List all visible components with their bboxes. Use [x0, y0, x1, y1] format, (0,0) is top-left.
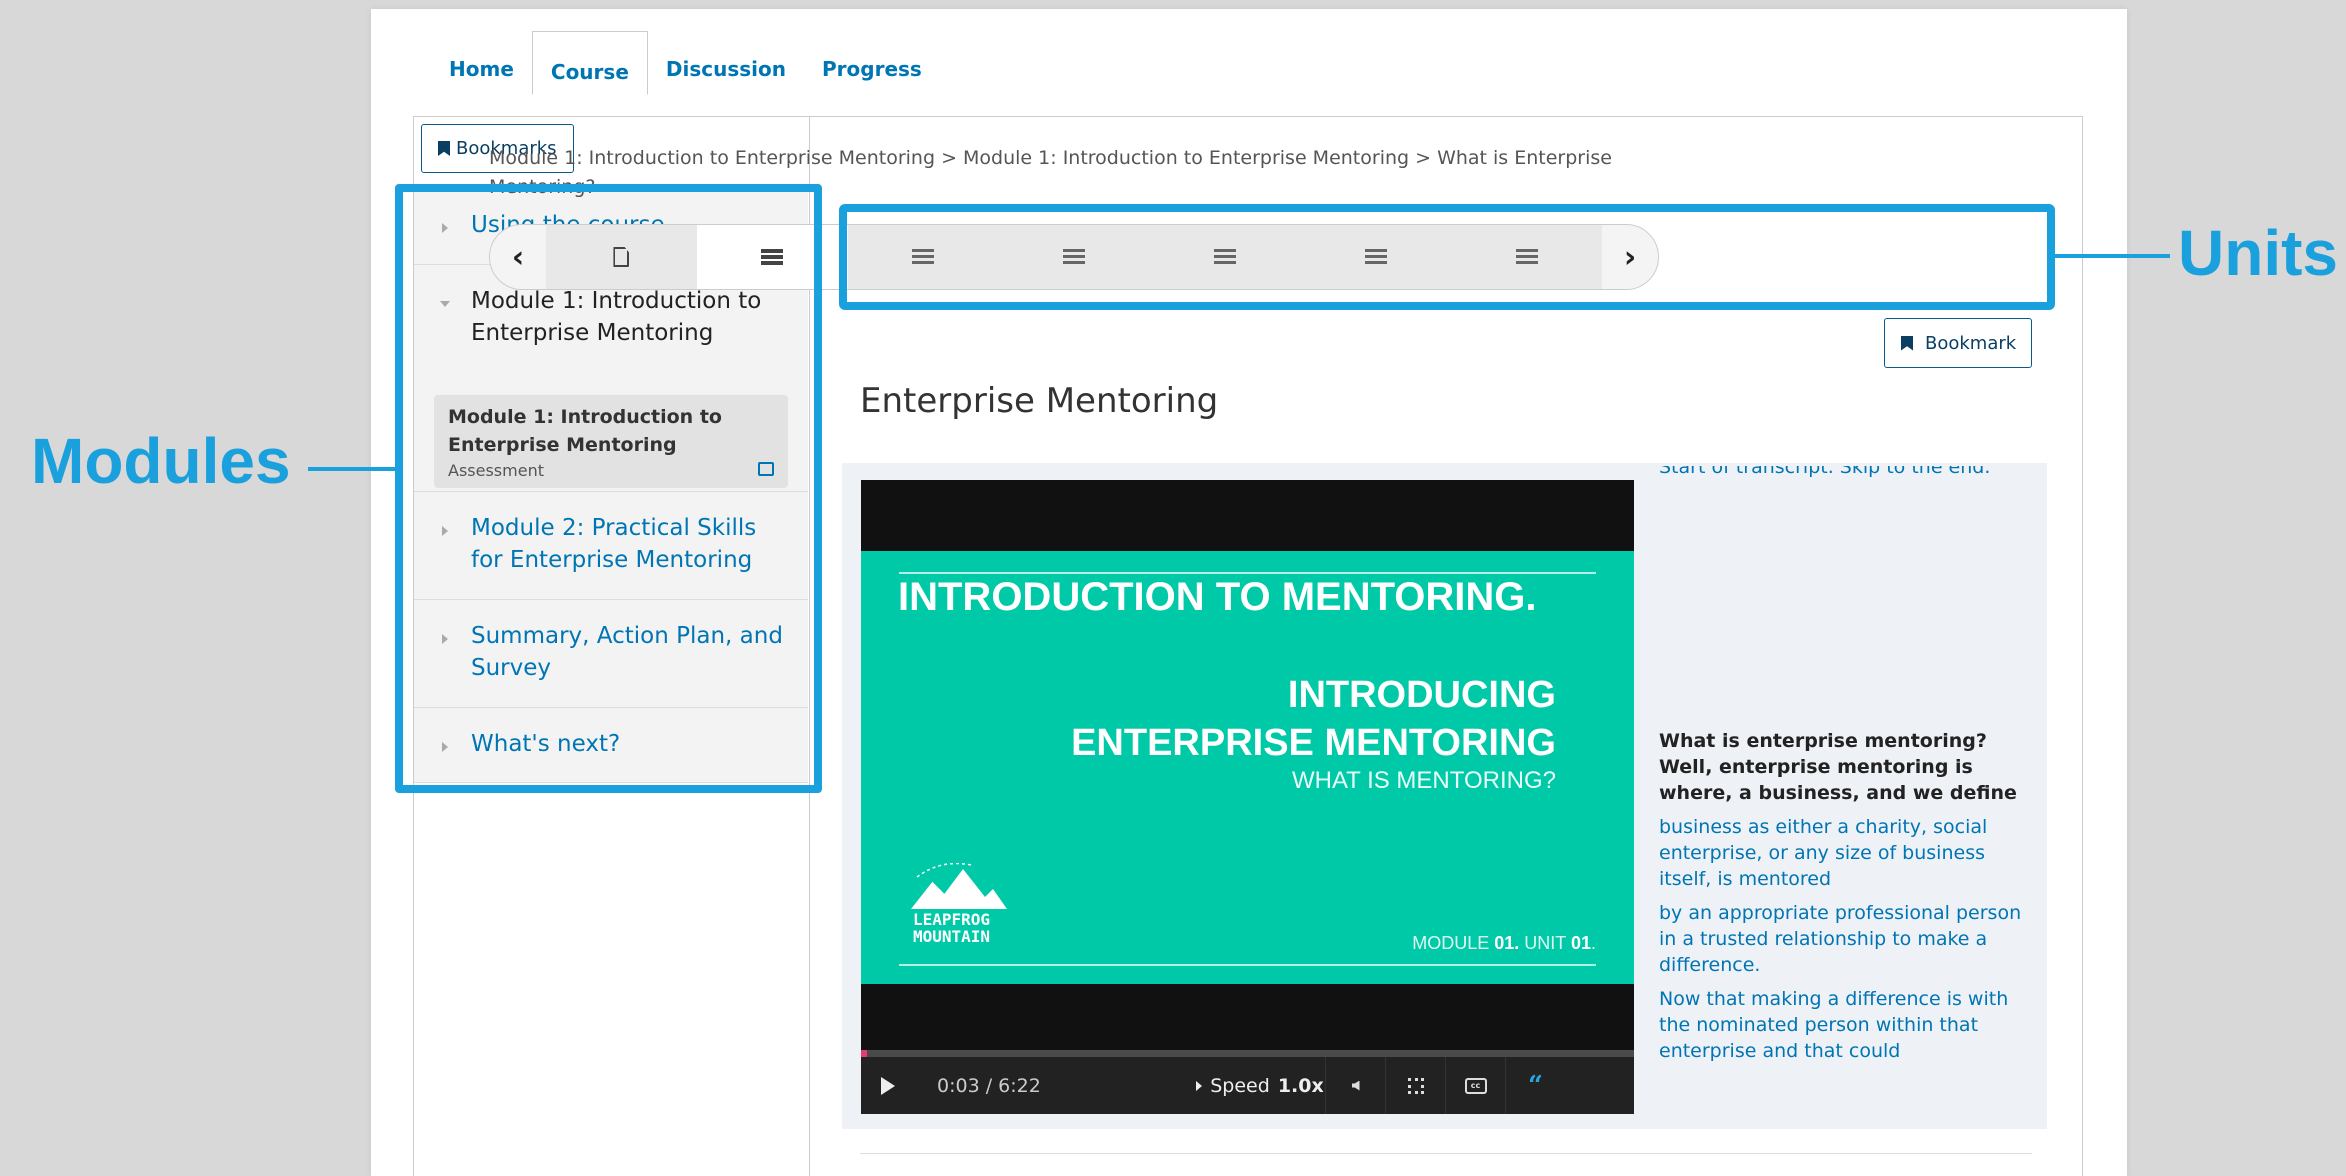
video-controls: 0:03 / 6:22 Speed 1.0x cc “ — [861, 1057, 1634, 1114]
play-button[interactable] — [861, 1057, 915, 1114]
content-divider — [860, 1153, 2032, 1154]
video-transcript: Start of transcript. Skip to the end. Wh… — [1659, 466, 2037, 1114]
module-prefix: MODULE — [1412, 933, 1495, 953]
slide-heading-line-2: ENTERPRISE MENTORING — [1071, 722, 1556, 764]
slide-heading: INTRODUCING ENTERPRISE MENTORING — [1071, 671, 1556, 767]
bookmark-button[interactable]: Bookmark — [1884, 318, 2032, 368]
units-highlight-box — [839, 204, 2055, 310]
transcript-line[interactable]: business as either a charity, social ent… — [1659, 814, 2037, 892]
logo-line-2: MOUNTAIN — [913, 927, 991, 946]
caret-right-icon — [1196, 1080, 1203, 1091]
transcript-line[interactable]: Now that making a difference is with the… — [1659, 986, 2037, 1064]
video-progress-bar[interactable] — [861, 1050, 1634, 1057]
play-icon — [881, 1076, 895, 1095]
slide-title: INTRODUCTION TO MENTORING. — [898, 575, 1537, 619]
speed-label: Speed — [1210, 1074, 1270, 1097]
video-progress-fill — [861, 1050, 868, 1057]
transcript-toggle-button[interactable]: “ — [1505, 1057, 1565, 1114]
module-number: 01. — [1494, 933, 1520, 953]
unit-number: 01 — [1570, 933, 1591, 953]
fullscreen-button[interactable] — [1385, 1057, 1445, 1114]
fullscreen-icon — [1407, 1077, 1424, 1094]
modules-callout-line — [308, 467, 396, 471]
module-suffix: . — [1590, 933, 1596, 953]
unit-prefix: UNIT — [1519, 933, 1571, 953]
mountain-icon — [911, 863, 1007, 909]
slide-module-label: MODULE 01. UNIT 01. — [1412, 933, 1596, 954]
speed-button[interactable]: Speed 1.0x — [1195, 1057, 1325, 1114]
modules-highlight-box — [395, 184, 822, 793]
unit-title: Enterprise Mentoring — [860, 381, 1219, 421]
bookmark-label: Bookmark — [1925, 332, 2017, 354]
leapfrog-mountain-logo: LEAPFROG MOUNTAIN — [911, 863, 1011, 953]
logo-line-1: LEAPFROG — [913, 910, 991, 929]
units-callout-label: Units — [2178, 217, 2338, 289]
video-time: 0:03 / 6:22 — [937, 1074, 1041, 1097]
video-frame: INTRODUCTION TO MENTORING. INTRODUCING E… — [861, 551, 1634, 984]
slide-rule-bottom — [899, 964, 1596, 966]
video-player[interactable]: INTRODUCTION TO MENTORING. INTRODUCING E… — [861, 480, 1634, 1114]
bookmark-icon — [438, 141, 450, 156]
bookmark-icon — [1901, 335, 1913, 351]
slide-heading-line-1: INTRODUCING — [1287, 674, 1556, 716]
logo-text: LEAPFROG MOUNTAIN — [913, 911, 990, 945]
captions-button[interactable]: cc — [1445, 1057, 1505, 1114]
quote-icon: “ — [1528, 1070, 1543, 1101]
units-callout-line — [2054, 254, 2170, 258]
speed-value: 1.0x — [1277, 1074, 1324, 1097]
transcript-line[interactable]: by an appropriate professional person in… — [1659, 900, 2037, 978]
transcript-spacer — [1659, 480, 2037, 728]
volume-button[interactable] — [1325, 1057, 1385, 1114]
slide-rule-top — [899, 572, 1596, 574]
slide-subtitle: WHAT IS MENTORING? — [1291, 767, 1556, 794]
transcript-current-line[interactable]: What is enterprise mentoring? Well, ente… — [1659, 728, 2037, 806]
closed-captions-icon: cc — [1464, 1077, 1487, 1094]
transcript-skip-link[interactable]: Start of transcript. Skip to the end. — [1659, 466, 2037, 480]
modules-callout-label: Modules — [31, 425, 291, 497]
volume-icon — [1351, 1080, 1360, 1091]
